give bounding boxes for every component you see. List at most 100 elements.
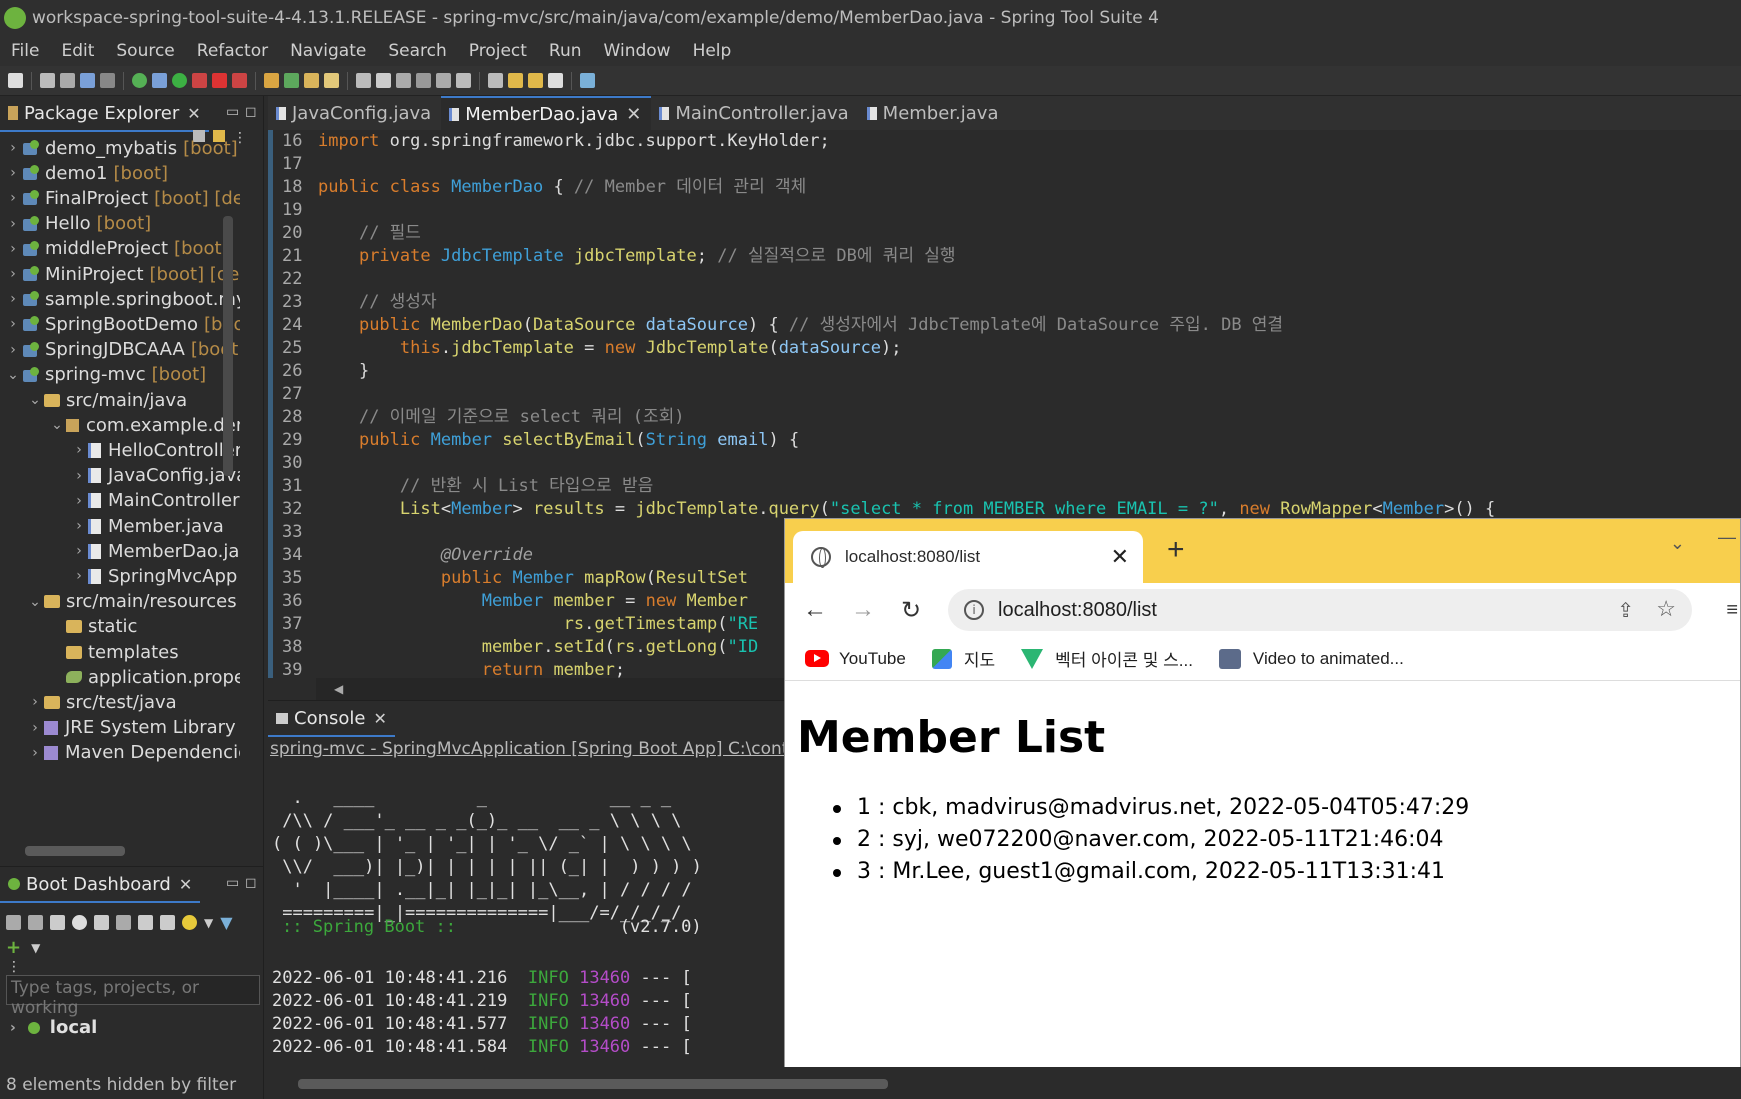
- tree-item-library[interactable]: ›JRE System Library[J: [26, 714, 240, 742]
- chevron-right-icon[interactable]: ›: [4, 316, 22, 332]
- tree-item-properties[interactable]: application.proper: [48, 663, 240, 691]
- save-icon[interactable]: [40, 73, 55, 88]
- coverage-icon[interactable]: [232, 73, 247, 88]
- chevron-down-icon[interactable]: ⌄: [26, 594, 44, 610]
- open-type-icon[interactable]: [304, 73, 319, 88]
- info-icon[interactable]: i: [964, 600, 984, 620]
- chevron-down-icon[interactable]: ⌄: [1670, 533, 1685, 554]
- menu-refactor[interactable]: Refactor: [186, 41, 279, 61]
- new-class-icon[interactable]: [284, 73, 299, 88]
- chevron-right-icon[interactable]: ›: [70, 442, 88, 458]
- maximize-icon[interactable]: ◻: [245, 875, 257, 891]
- bookmark-video-to-animated[interactable]: Video to animated...: [1218, 648, 1404, 669]
- close-icon[interactable]: ✕: [373, 709, 386, 728]
- tree-item-project[interactable]: › demo1 [boot]: [4, 159, 168, 187]
- tree-item-project[interactable]: › SpringJDBCAAA [boot]: [4, 336, 240, 364]
- chevron-right-icon[interactable]: ›: [26, 745, 44, 761]
- boot-dashboard-tab[interactable]: Boot Dashboard ✕: [0, 867, 201, 903]
- tree-item-java[interactable]: › JavaConfig.java: [70, 462, 240, 490]
- bookmark-star-icon[interactable]: ☆: [1656, 596, 1676, 622]
- chevron-down-icon[interactable]: ▼: [204, 916, 213, 930]
- perspective-icon[interactable]: [580, 73, 595, 88]
- minimize-icon[interactable]: ▭: [226, 875, 239, 891]
- back-icon[interactable]: [528, 73, 543, 88]
- chevron-down-icon[interactable]: ⌄: [26, 392, 44, 408]
- scroll-left-icon[interactable]: ◀: [334, 682, 343, 696]
- tree-item-package[interactable]: ⌄ com.example.dem: [48, 411, 240, 439]
- menu-edit[interactable]: Edit: [50, 41, 105, 61]
- run-icon[interactable]: [172, 73, 187, 88]
- chevron-right-icon[interactable]: ›: [70, 468, 88, 484]
- bookmark-vector-icons[interactable]: 벡터 아이콘 및 스...: [1021, 646, 1193, 671]
- start-icon[interactable]: [6, 915, 21, 930]
- tree-item-java[interactable]: › SpringMvcApp: [70, 562, 237, 590]
- tree-item-java[interactable]: › MainController: [70, 487, 239, 515]
- external-tools-icon[interactable]: [192, 73, 207, 88]
- console-icon[interactable]: [94, 915, 109, 930]
- menu-run[interactable]: Run: [538, 41, 593, 61]
- chevron-right-icon[interactable]: ›: [4, 241, 22, 257]
- chevron-right-icon[interactable]: ›: [4, 291, 22, 307]
- add-icon[interactable]: +: [6, 937, 21, 958]
- menu-project[interactable]: Project: [458, 41, 538, 61]
- chevron-down-icon[interactable]: ▼: [31, 941, 40, 955]
- share-icon[interactable]: ⇪: [1617, 598, 1634, 623]
- tab-memberdao[interactable]: MemberDao.java ✕: [441, 96, 652, 130]
- menu-window[interactable]: Window: [593, 41, 682, 61]
- reading-list-icon[interactable]: ≡: [1726, 599, 1738, 622]
- bookmark-map[interactable]: 지도: [931, 646, 995, 671]
- more-icon[interactable]: ⋮: [7, 959, 21, 975]
- debug-icon[interactable]: [28, 915, 43, 930]
- new-tab-icon[interactable]: +: [1167, 533, 1185, 567]
- tree-item-project[interactable]: › middleProject [boot]: [4, 235, 228, 263]
- chevron-right-icon[interactable]: ›: [4, 190, 22, 206]
- tree-item-java[interactable]: › HelloController: [70, 436, 240, 464]
- chevron-right-icon[interactable]: ›: [4, 266, 22, 282]
- url-text[interactable]: localhost:8080/list: [998, 599, 1157, 622]
- chevron-right-icon[interactable]: ›: [26, 694, 44, 710]
- edit-icon[interactable]: [376, 73, 391, 88]
- search-icon[interactable]: [324, 73, 339, 88]
- chevron-down-icon[interactable]: ⌄: [4, 367, 22, 383]
- browser-icon[interactable]: [72, 915, 87, 930]
- close-icon[interactable]: ✕: [179, 875, 192, 894]
- close-icon[interactable]: ✕: [626, 104, 641, 125]
- boot-filter-input[interactable]: Type tags, projects, or working: [6, 975, 260, 1018]
- menu-search[interactable]: Search: [377, 41, 457, 61]
- tree-item-folder[interactable]: static: [48, 613, 137, 641]
- tree-item-project[interactable]: › Hello [boot]: [4, 210, 151, 238]
- debug-icon[interactable]: [152, 73, 167, 88]
- tree-item-project[interactable]: ›MiniProject[boot] [devt: [4, 260, 240, 288]
- pin-icon[interactable]: [456, 73, 471, 88]
- save-all-icon[interactable]: [60, 73, 75, 88]
- block-selection-icon[interactable]: [416, 73, 431, 88]
- menu-navigate[interactable]: Navigate: [279, 41, 377, 61]
- tree-item-project[interactable]: › sample.springboot.myb: [4, 285, 240, 313]
- console-tab[interactable]: Console ✕: [268, 701, 395, 737]
- stop-icon[interactable]: [212, 73, 227, 88]
- bookmark-youtube[interactable]: YouTube: [805, 649, 906, 669]
- tree-item-java[interactable]: › MemberDao.ja: [70, 537, 239, 565]
- skip-breakpoints-icon[interactable]: [100, 73, 115, 88]
- tree-item-project[interactable]: › SpringBootDemo [boot: [4, 310, 240, 338]
- edit-icon[interactable]: [160, 915, 175, 930]
- mark-occurrences-icon[interactable]: [396, 73, 411, 88]
- annotation-icon[interactable]: [356, 73, 371, 88]
- properties-icon[interactable]: [138, 915, 153, 930]
- vertical-scrollbar[interactable]: [223, 216, 233, 476]
- console-horizontal-scrollbar[interactable]: [298, 1079, 888, 1089]
- stop-icon[interactable]: [50, 915, 65, 930]
- forward-icon[interactable]: [548, 73, 563, 88]
- tree-item-project[interactable]: › demo_mybatis [boot]: [4, 134, 238, 162]
- menu-file[interactable]: File: [0, 41, 50, 61]
- tree-item-folder[interactable]: ⌄ src/main/resources: [26, 588, 237, 616]
- whitespace-icon[interactable]: [436, 73, 451, 88]
- chevron-right-icon[interactable]: ›: [70, 493, 88, 509]
- chevron-right-icon[interactable]: ›: [4, 140, 22, 156]
- chevron-right-icon[interactable]: ›: [4, 165, 22, 181]
- chevron-down-icon[interactable]: ⌄: [48, 417, 66, 433]
- chevron-right-icon[interactable]: ›: [70, 543, 88, 559]
- next-annotation-icon[interactable]: [488, 73, 503, 88]
- tree-item-folder[interactable]: ⌄ src/main/java: [26, 386, 187, 414]
- tree-item-folder[interactable]: templates: [48, 638, 179, 666]
